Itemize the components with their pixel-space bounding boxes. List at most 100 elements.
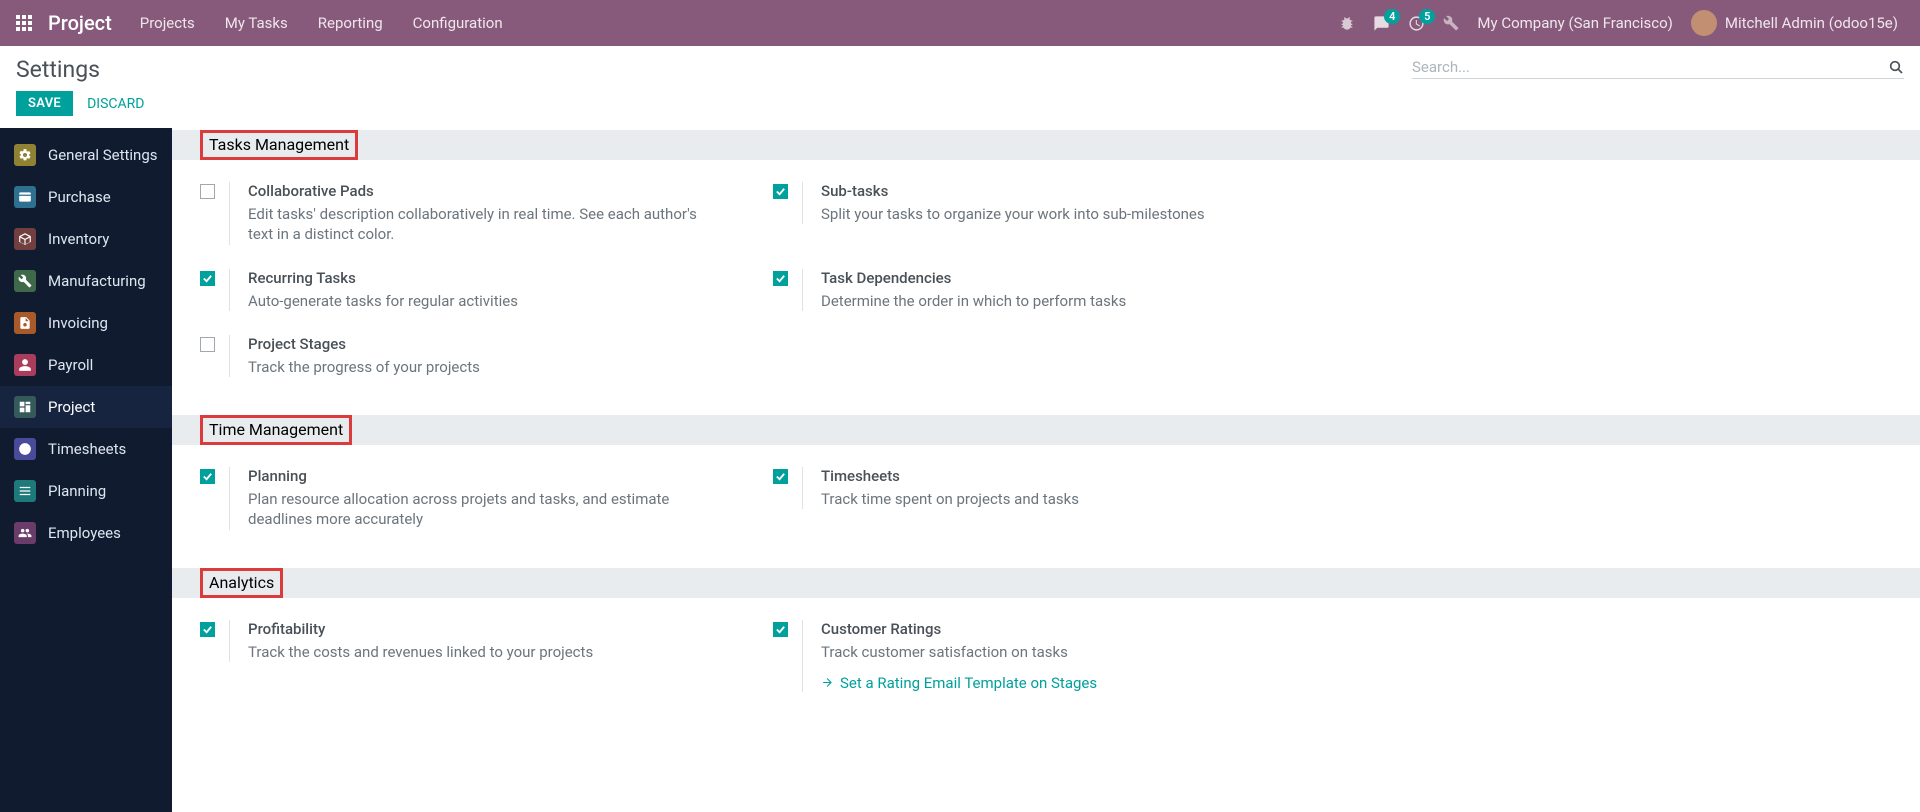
checkbox[interactable] — [773, 622, 788, 637]
user-name: Mitchell Admin (odoo15e) — [1725, 14, 1898, 32]
settings-sidebar: General Settings Purchase Inventory Manufac… — [0, 128, 172, 812]
settings-row: Collaborative Pads Edit tasks' descriptio… — [200, 174, 1920, 261]
section-header: Time Management — [172, 415, 1920, 445]
option-description: Track time spent on projects and tasks — [821, 489, 1079, 509]
sidebar-item-invoicing[interactable]: Invoicing — [0, 302, 172, 344]
checkbox[interactable] — [200, 337, 215, 352]
sidebar-item-label: Manufacturing — [48, 272, 146, 290]
nav-item-reporting[interactable]: Reporting — [318, 14, 383, 32]
apps-icon[interactable] — [16, 15, 32, 31]
sidebar-icon — [14, 438, 36, 460]
sidebar-item-label: Project — [48, 398, 95, 416]
messages-icon[interactable]: 4 — [1373, 15, 1390, 32]
option-title: Sub-tasks — [821, 182, 1205, 200]
discard-button[interactable]: DISCARD — [87, 96, 144, 112]
debug-icon[interactable] — [1339, 15, 1355, 31]
option-link-label: Set a Rating Email Template on Stages — [840, 674, 1097, 692]
systray: 4 5 My Company (San Francisco) Mitchell … — [1339, 10, 1898, 36]
option-title: Profitability — [248, 620, 593, 638]
setting-option: Sub-tasks Split your tasks to organize yo… — [821, 182, 1205, 224]
setting-option: Recurring Tasks Auto-generate tasks for r… — [248, 269, 518, 311]
sidebar-item-project[interactable]: Project — [0, 386, 172, 428]
control-panel: Settings SAVE DISCARD — [0, 46, 1920, 128]
option-description: Track the costs and revenues linked to y… — [248, 642, 593, 662]
nav-item-configuration[interactable]: Configuration — [413, 14, 503, 32]
sidebar-item-label: Employees — [48, 524, 121, 542]
company-switcher[interactable]: My Company (San Francisco) — [1477, 14, 1672, 32]
option-title: Planning — [248, 467, 718, 485]
settings-row: Recurring Tasks Auto-generate tasks for r… — [200, 261, 1920, 327]
tools-icon[interactable] — [1443, 15, 1459, 31]
sidebar-item-manufacturing[interactable]: Manufacturing — [0, 260, 172, 302]
section-title: Tasks Management — [200, 130, 358, 160]
activities-badge: 5 — [1419, 9, 1435, 24]
setting-option: Task DependenciesDetermine the order in … — [821, 269, 1126, 311]
setting-option: Timesheets Track time spent on projects a… — [821, 467, 1079, 509]
option-description: Split your tasks to organize your work i… — [821, 204, 1205, 224]
nav-items: Projects My Tasks Reporting Configuratio… — [140, 14, 503, 32]
nav-item-mytasks[interactable]: My Tasks — [225, 14, 288, 32]
avatar — [1691, 10, 1717, 36]
search-input[interactable] — [1412, 58, 1888, 76]
sidebar-item-planning[interactable]: Planning — [0, 470, 172, 512]
sidebar-item-label: General Settings — [48, 146, 158, 164]
activities-icon[interactable]: 5 — [1408, 15, 1425, 32]
section-header: Tasks Management — [172, 130, 1920, 160]
settings-row: Profitability Track the costs and revenue… — [200, 612, 1920, 708]
settings-row: PlanningPlan resource allocation across … — [200, 459, 1920, 546]
option-title: Customer Ratings — [821, 620, 1097, 638]
setting-option: PlanningPlan resource allocation across … — [248, 467, 718, 530]
option-title: Task Dependencies — [821, 269, 1126, 287]
messages-badge: 4 — [1384, 9, 1400, 24]
save-button[interactable]: SAVE — [16, 91, 73, 116]
sidebar-item-purchase[interactable]: Purchase — [0, 176, 172, 218]
arrow-right-icon — [821, 676, 834, 689]
sidebar-icon — [14, 354, 36, 376]
sidebar-icon — [14, 186, 36, 208]
page-title: Settings — [16, 56, 144, 83]
sidebar-icon — [14, 396, 36, 418]
user-menu[interactable]: Mitchell Admin (odoo15e) — [1691, 10, 1898, 36]
brand[interactable]: Project — [48, 11, 112, 35]
sidebar-item-label: Inventory — [48, 230, 109, 248]
setting-option: Project Stages Track the progress of your… — [248, 335, 480, 377]
checkbox[interactable] — [200, 184, 215, 199]
sidebar-item-label: Planning — [48, 482, 106, 500]
option-title: Collaborative Pads — [248, 182, 718, 200]
sidebar-item-general-settings[interactable]: General Settings — [0, 134, 172, 176]
search-field[interactable] — [1412, 56, 1904, 79]
sidebar-icon — [14, 312, 36, 334]
checkbox[interactable] — [773, 469, 788, 484]
option-title: Recurring Tasks — [248, 269, 518, 287]
checkbox[interactable] — [773, 271, 788, 286]
search-icon[interactable] — [1888, 59, 1904, 75]
setting-option: Customer RatingsTrack customer satisfact… — [821, 620, 1097, 692]
checkbox[interactable] — [773, 184, 788, 199]
sidebar-item-label: Purchase — [48, 188, 111, 206]
checkbox[interactable] — [200, 469, 215, 484]
sidebar-item-inventory[interactable]: Inventory — [0, 218, 172, 260]
sidebar-icon — [14, 522, 36, 544]
option-title: Project Stages — [248, 335, 480, 353]
nav-item-projects[interactable]: Projects — [140, 14, 195, 32]
checkbox[interactable] — [200, 271, 215, 286]
top-nav: Project Projects My Tasks Reporting Conf… — [0, 0, 1920, 46]
sidebar-item-timesheets[interactable]: Timesheets — [0, 428, 172, 470]
sidebar-item-employees[interactable]: Employees — [0, 512, 172, 554]
option-description: Auto-generate tasks for regular activiti… — [248, 291, 518, 311]
sidebar-icon — [14, 270, 36, 292]
section-title: Analytics — [200, 568, 283, 598]
setting-option: Collaborative Pads Edit tasks' descriptio… — [248, 182, 718, 245]
checkbox[interactable] — [200, 622, 215, 637]
option-description: Track the progress of your projects — [248, 357, 480, 377]
sidebar-item-label: Timesheets — [48, 440, 126, 458]
sidebar-icon — [14, 480, 36, 502]
option-description: Edit tasks' description collaboratively … — [248, 204, 718, 245]
sidebar-icon — [14, 144, 36, 166]
setting-option: Profitability Track the costs and revenue… — [248, 620, 593, 662]
section-header: Analytics — [172, 568, 1920, 598]
sidebar-item-payroll[interactable]: Payroll — [0, 344, 172, 386]
option-link[interactable]: Set a Rating Email Template on Stages — [821, 674, 1097, 692]
section-title: Time Management — [200, 415, 352, 445]
option-title: Timesheets — [821, 467, 1079, 485]
